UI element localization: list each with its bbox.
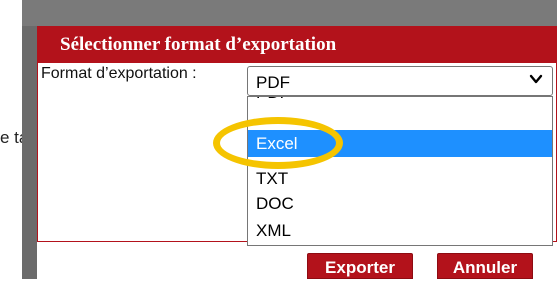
modal-overlay-top: [22, 0, 557, 26]
option-txt[interactable]: TXT: [248, 165, 552, 192]
chevron-down-icon: [529, 74, 543, 84]
export-button[interactable]: Exporter: [307, 253, 413, 279]
option-doc[interactable]: DOC: [248, 190, 552, 217]
format-dropdown-list: PDF Excel TXT DOC XML: [247, 96, 553, 246]
format-select[interactable]: PDF: [247, 66, 553, 96]
dialog-title: Sélectionner format d’exportation: [37, 26, 557, 62]
option-excel[interactable]: Excel: [248, 130, 552, 157]
format-label: Format d’exportation :: [41, 65, 197, 82]
cancel-button[interactable]: Annuler: [437, 253, 533, 279]
option-xml[interactable]: XML: [248, 217, 552, 244]
format-select-value: PDF: [256, 73, 290, 92]
option-pdf[interactable]: PDF: [248, 97, 552, 106]
